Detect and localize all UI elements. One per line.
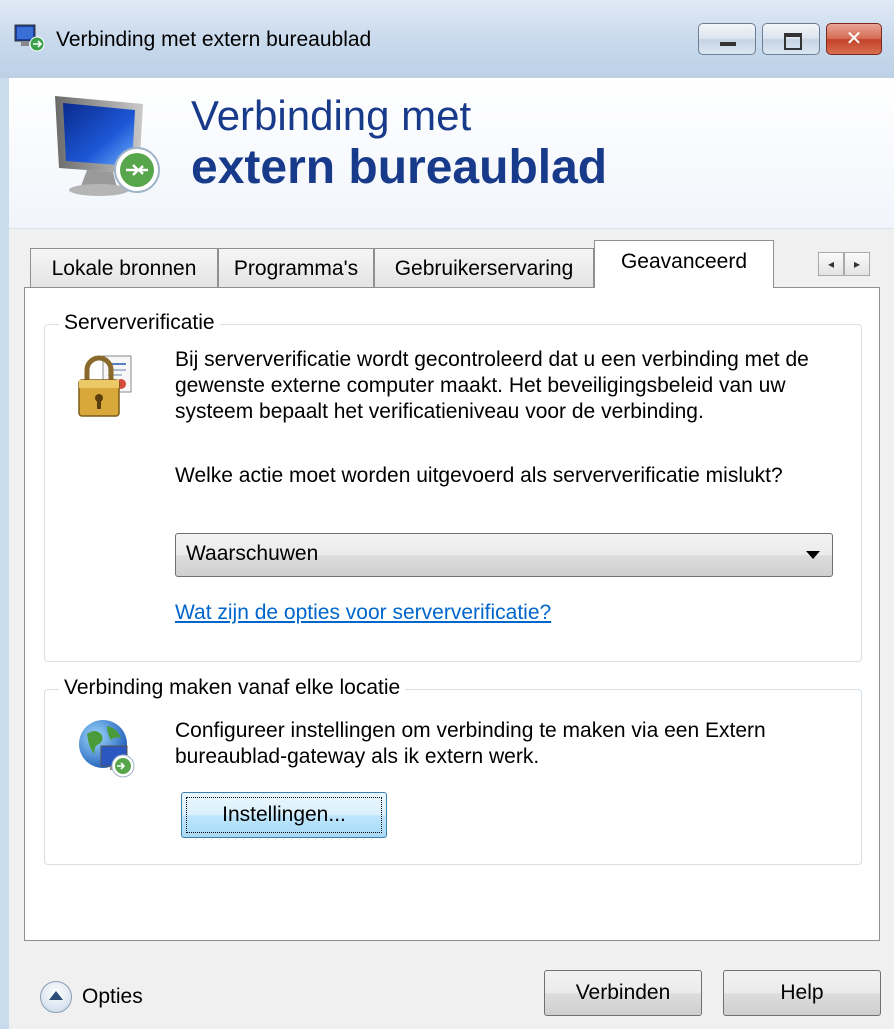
tab-scroll-right-button[interactable]: ▸ bbox=[844, 252, 870, 276]
tab-geavanceerd[interactable]: Geavanceerd bbox=[594, 240, 774, 288]
group-legend: Serververificatie bbox=[59, 311, 220, 335]
chevron-up-icon bbox=[49, 991, 63, 1000]
tab-strip: Lokale bronnen Programma's Gebruikerserv… bbox=[30, 240, 882, 288]
window-title: Verbinding met extern bureaublad bbox=[56, 28, 372, 51]
close-button[interactable]: ✕ bbox=[826, 23, 882, 55]
close-icon: ✕ bbox=[845, 28, 863, 50]
connect-button[interactable]: Verbinden bbox=[544, 970, 702, 1016]
tab-scroll-left-button[interactable]: ◂ bbox=[818, 252, 844, 276]
server-verification-description: Bij serververificatie wordt gecontroleer… bbox=[175, 348, 809, 423]
connect-anywhere-group: Verbinding maken vanaf elke locatie Conf… bbox=[44, 676, 862, 865]
remote-desktop-app-icon bbox=[14, 24, 45, 52]
gateway-description: Configureer instellingen om verbinding t… bbox=[175, 719, 766, 768]
tab-scroll-buttons: ◂ ▸ bbox=[818, 252, 870, 276]
expand-options-icon bbox=[40, 981, 72, 1013]
remote-desktop-monitor-icon bbox=[55, 96, 160, 196]
verification-action-select[interactable]: Waarschuwen bbox=[175, 533, 833, 577]
banner-title-line-2: extern bureaublad bbox=[191, 141, 608, 194]
server-verification-group: Serververificatie Bij serververificatie … bbox=[44, 311, 862, 662]
header-banner: Verbinding met extern bureaublad bbox=[9, 78, 894, 229]
banner-title-line-1: Verbinding met bbox=[191, 92, 472, 139]
tab-panel-geavanceerd: Serververificatie Bij serververificatie … bbox=[24, 287, 880, 941]
options-toggle[interactable]: Opties bbox=[40, 979, 143, 1015]
group-legend: Verbinding maken vanaf elke locatie bbox=[59, 676, 406, 700]
options-label: Opties bbox=[82, 985, 143, 1008]
verification-action-value: Waarschuwen bbox=[186, 542, 319, 565]
server-verification-help-link[interactable]: Wat zijn de opties voor serververificati… bbox=[175, 601, 551, 625]
maximize-button[interactable] bbox=[762, 23, 820, 55]
title-bar[interactable]: Verbinding met extern bureaublad ✕ bbox=[0, 0, 894, 78]
maximize-icon bbox=[784, 33, 802, 50]
tab-lokale-bronnen[interactable]: Lokale bronnen bbox=[30, 248, 218, 288]
chevron-down-icon bbox=[806, 551, 820, 559]
caption-buttons: ✕ bbox=[698, 23, 882, 57]
padlock-certificate-icon bbox=[78, 355, 132, 417]
tab-gebruikerservaring[interactable]: Gebruikerservaring bbox=[374, 248, 594, 288]
server-verification-question: Welke actie moet worden uitgevoerd als s… bbox=[175, 464, 783, 487]
focus-rectangle bbox=[186, 797, 382, 833]
help-button[interactable]: Help bbox=[723, 970, 881, 1016]
minimize-icon bbox=[720, 42, 736, 46]
settings-button[interactable]: Instellingen... bbox=[181, 792, 387, 838]
globe-remote-desktop-icon bbox=[79, 720, 135, 778]
minimize-button[interactable] bbox=[698, 23, 756, 55]
tab-programmas[interactable]: Programma's bbox=[218, 248, 374, 288]
